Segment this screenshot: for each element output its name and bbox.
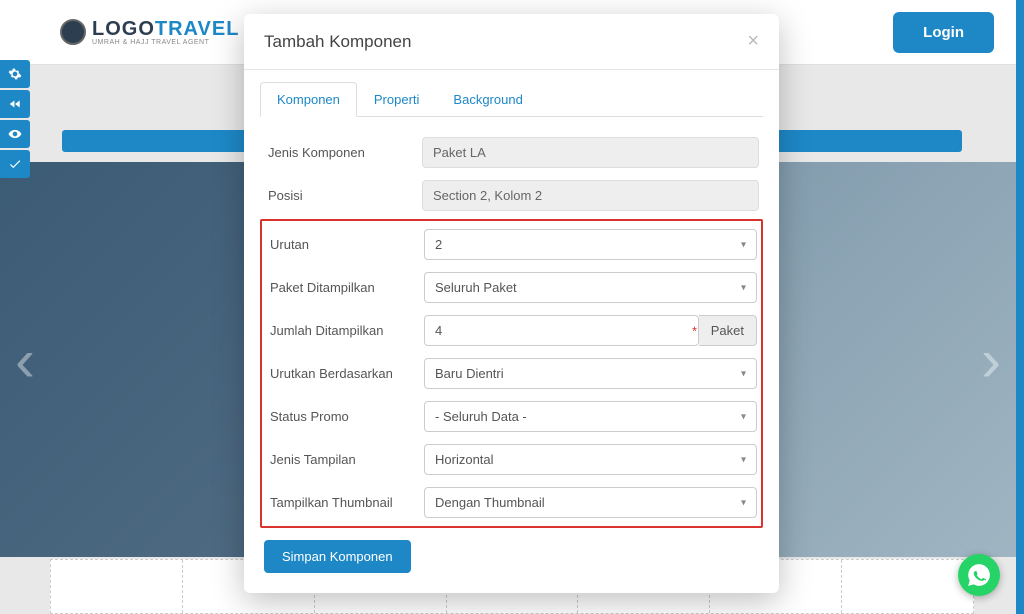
- label-urutkan-berdasarkan: Urutkan Berdasarkan: [266, 366, 424, 381]
- field-posisi: Section 2, Kolom 2: [422, 180, 759, 211]
- label-jenis-tampilan: Jenis Tampilan: [266, 452, 424, 467]
- modal-header: Tambah Komponen ×: [244, 14, 779, 70]
- row-paket-ditampilkan: Paket Ditampilkan Seluruh Paket: [266, 266, 757, 309]
- logo-brand-blue: TRAVEL: [155, 18, 240, 40]
- row-urutan: Urutan 2: [266, 223, 757, 266]
- select-jenis-tampilan[interactable]: Horizontal: [424, 444, 757, 475]
- row-jenis-tampilan: Jenis Tampilan Horizontal: [266, 438, 757, 481]
- carousel-prev-icon[interactable]: ‹: [15, 325, 35, 394]
- label-status-promo: Status Promo: [266, 409, 424, 424]
- check-icon[interactable]: [0, 150, 30, 178]
- select-urutkan-berdasarkan[interactable]: Baru Dientri: [424, 358, 757, 389]
- select-tampilkan-thumbnail[interactable]: Dengan Thumbnail: [424, 487, 757, 518]
- input-jumlah-ditampilkan[interactable]: [424, 315, 699, 346]
- logo[interactable]: LOGOTRAVEL UMRAH & HAJJ TRAVEL AGENT: [60, 18, 239, 46]
- modal-title: Tambah Komponen: [264, 32, 411, 52]
- select-status-promo[interactable]: - Seluruh Data -: [424, 401, 757, 432]
- select-urutan[interactable]: 2: [424, 229, 757, 260]
- form-section: Jenis Komponen Paket LA Posisi Section 2…: [260, 131, 763, 573]
- label-urutan: Urutan: [266, 237, 424, 252]
- footer-cell[interactable]: [842, 560, 973, 613]
- select-paket-ditampilkan[interactable]: Seluruh Paket: [424, 272, 757, 303]
- label-tampilkan-thumbnail: Tampilkan Thumbnail: [266, 495, 424, 510]
- label-jumlah-ditampilkan: Jumlah Ditampilkan: [266, 323, 424, 338]
- label-paket-ditampilkan: Paket Ditampilkan: [266, 280, 424, 295]
- carousel-next-icon[interactable]: ›: [981, 325, 1001, 394]
- row-tampilkan-thumbnail: Tampilkan Thumbnail Dengan Thumbnail: [266, 481, 757, 524]
- tab-komponen[interactable]: Komponen: [260, 82, 357, 117]
- label-posisi: Posisi: [264, 188, 422, 203]
- right-edge: [1016, 0, 1024, 614]
- simpan-komponen-button[interactable]: Simpan Komponen: [264, 540, 411, 573]
- rewind-icon[interactable]: [0, 90, 30, 118]
- footer-cell[interactable]: [51, 560, 183, 613]
- modal-body: Komponen Properti Background Jenis Kompo…: [244, 70, 779, 593]
- row-jenis-komponen: Jenis Komponen Paket LA: [264, 131, 759, 174]
- side-toolbar: [0, 60, 30, 178]
- tab-properti[interactable]: Properti: [357, 82, 437, 117]
- logo-icon: [60, 19, 86, 45]
- required-mark: *: [692, 323, 697, 338]
- row-posisi: Posisi Section 2, Kolom 2: [264, 174, 759, 217]
- modal-dialog: Tambah Komponen × Komponen Properti Back…: [244, 14, 779, 593]
- addon-paket: Paket: [699, 315, 757, 346]
- settings-icon[interactable]: [0, 60, 30, 88]
- login-button[interactable]: Login: [893, 12, 994, 53]
- row-status-promo: Status Promo - Seluruh Data -: [266, 395, 757, 438]
- row-jumlah-ditampilkan: Jumlah Ditampilkan * Paket: [266, 309, 757, 352]
- logo-brand-dark: LOGO: [92, 18, 155, 40]
- eye-icon[interactable]: [0, 120, 30, 148]
- close-icon[interactable]: ×: [747, 30, 759, 53]
- row-urutkan-berdasarkan: Urutkan Berdasarkan Baru Dientri: [266, 352, 757, 395]
- tab-background[interactable]: Background: [436, 82, 539, 117]
- field-jenis-komponen: Paket LA: [422, 137, 759, 168]
- tabs: Komponen Properti Background: [260, 82, 763, 117]
- whatsapp-icon[interactable]: [958, 554, 1000, 596]
- highlighted-group: Urutan 2 Paket Ditampilkan Seluruh Paket…: [260, 219, 763, 528]
- label-jenis-komponen: Jenis Komponen: [264, 145, 422, 160]
- logo-text: LOGOTRAVEL: [92, 18, 239, 41]
